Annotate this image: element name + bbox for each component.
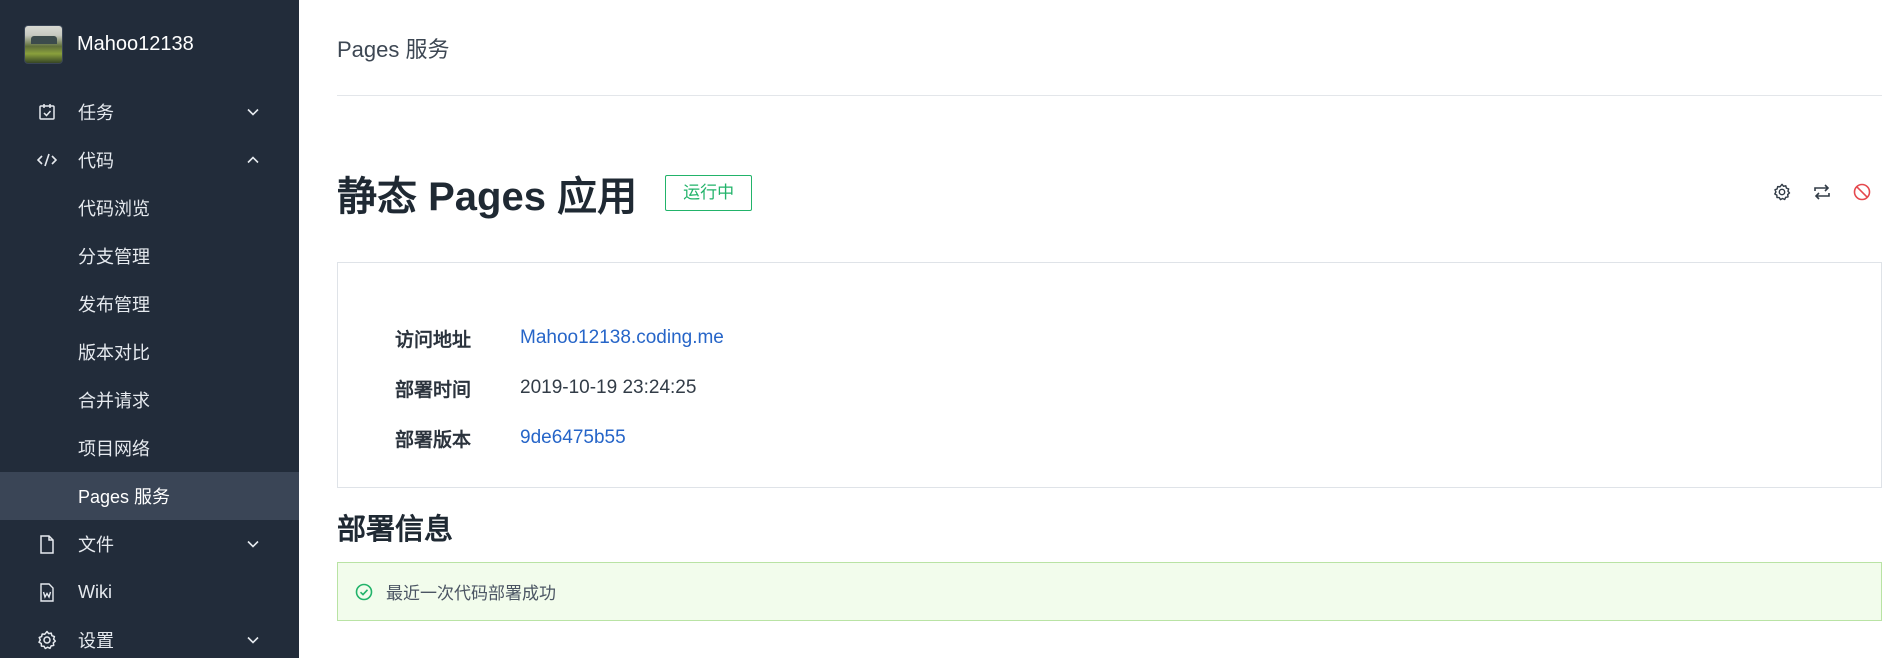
version-link[interactable]: 9de6475b55 — [520, 427, 626, 449]
info-row-url: 访问地址 Mahoo12138.coding.me — [395, 313, 1881, 363]
settings-button[interactable] — [1762, 180, 1802, 208]
sidebar-item-code[interactable]: 代码 — [0, 136, 299, 184]
sidebar-nav: 任务 代码 代码浏览 分支管理 发布管理 版本对比 合并请求 项目网络 Page… — [0, 88, 299, 658]
app-root: Mahoo12138 任务 代码 代码浏览 分支管理 发布管理 版本对比 合并请… — [0, 0, 1898, 658]
chevron-up-icon — [245, 152, 261, 168]
file-icon — [37, 534, 57, 554]
redeploy-button[interactable] — [1802, 180, 1842, 208]
url-label: 访问地址 — [395, 329, 472, 351]
stop-button[interactable] — [1842, 180, 1882, 208]
info-row-version: 部署版本 9de6475b55 — [395, 413, 1881, 463]
chevron-down-icon — [245, 632, 261, 648]
stop-icon — [1853, 183, 1871, 206]
sidebar-item-label: 任务 — [78, 103, 114, 123]
sidebar-item-label: Wiki — [78, 581, 112, 602]
time-value: 2019-10-19 23:24:25 — [520, 377, 697, 398]
sidebar-item-files[interactable]: 文件 — [0, 520, 299, 568]
sidebar-subitem-label: 分支管理 — [78, 247, 150, 267]
code-icon — [37, 150, 57, 170]
breadcrumb-title: Pages 服务 — [337, 36, 450, 62]
sidebar-subitem-merge-requests[interactable]: 合并请求 — [0, 376, 299, 424]
deploy-info-card: 访问地址 Mahoo12138.coding.me 部署时间 2019-10-1… — [337, 262, 1882, 488]
chevron-down-icon — [245, 104, 261, 120]
sidebar-subitem-label: 代码浏览 — [78, 199, 150, 219]
sidebar-subitem-label: 发布管理 — [78, 295, 150, 315]
deploy-success-alert: 最近一次代码部署成功 — [337, 562, 1882, 621]
sidebar-item-label: 设置 — [78, 631, 114, 651]
project-avatar — [24, 24, 63, 64]
info-row-time: 部署时间 2019-10-19 23:24:25 — [395, 363, 1881, 413]
sidebar-subitem-network[interactable]: 项目网络 — [0, 424, 299, 472]
sidebar-subitem-releases[interactable]: 发布管理 — [0, 280, 299, 328]
deploy-section-title: 部署信息 — [337, 514, 454, 546]
title-row: 静态 Pages 应用 运行中 — [337, 168, 1882, 219]
task-check-icon — [37, 102, 57, 122]
page-title: 静态 Pages 应用 — [337, 175, 638, 219]
sidebar-subitem-label: 合并请求 — [78, 391, 150, 411]
sidebar-item-wiki[interactable]: Wiki — [0, 568, 299, 616]
gear-icon — [37, 630, 57, 650]
sidebar-subitem-label: 项目网络 — [78, 439, 150, 459]
project-header[interactable]: Mahoo12138 — [0, 0, 299, 88]
sidebar-subitem-label: 版本对比 — [78, 343, 150, 363]
version-label: 部署版本 — [395, 429, 472, 451]
wiki-icon — [37, 582, 57, 602]
check-circle-icon — [354, 582, 374, 602]
time-label: 部署时间 — [395, 379, 472, 401]
main-content: Pages 服务 静态 Pages 应用 运行中 访问地址 Mahoo12138… — [299, 0, 1898, 658]
sidebar-subitem-code-browse[interactable]: 代码浏览 — [0, 184, 299, 232]
sidebar-item-label: 代码 — [78, 151, 114, 171]
sidebar-subitem-pages[interactable]: Pages 服务 — [0, 472, 299, 520]
sidebar-item-label: 文件 — [78, 535, 114, 555]
redeploy-icon — [1813, 183, 1831, 205]
deploy-message: 最近一次代码部署成功 — [386, 584, 556, 603]
sidebar: Mahoo12138 任务 代码 代码浏览 分支管理 发布管理 版本对比 合并请… — [0, 0, 299, 658]
breadcrumb: Pages 服务 — [337, 0, 1882, 96]
url-link[interactable]: Mahoo12138.coding.me — [520, 327, 724, 349]
gear-icon — [1773, 183, 1791, 206]
sidebar-subitem-compare[interactable]: 版本对比 — [0, 328, 299, 376]
sidebar-item-settings[interactable]: 设置 — [0, 616, 299, 658]
sidebar-subitem-label: Pages 服务 — [78, 487, 171, 507]
project-name: Mahoo12138 — [77, 32, 194, 55]
chevron-down-icon — [245, 536, 261, 552]
status-badge: 运行中 — [665, 175, 753, 211]
sidebar-subitem-branches[interactable]: 分支管理 — [0, 232, 299, 280]
sidebar-item-tasks[interactable]: 任务 — [0, 88, 299, 136]
action-toolbar — [1762, 180, 1882, 208]
